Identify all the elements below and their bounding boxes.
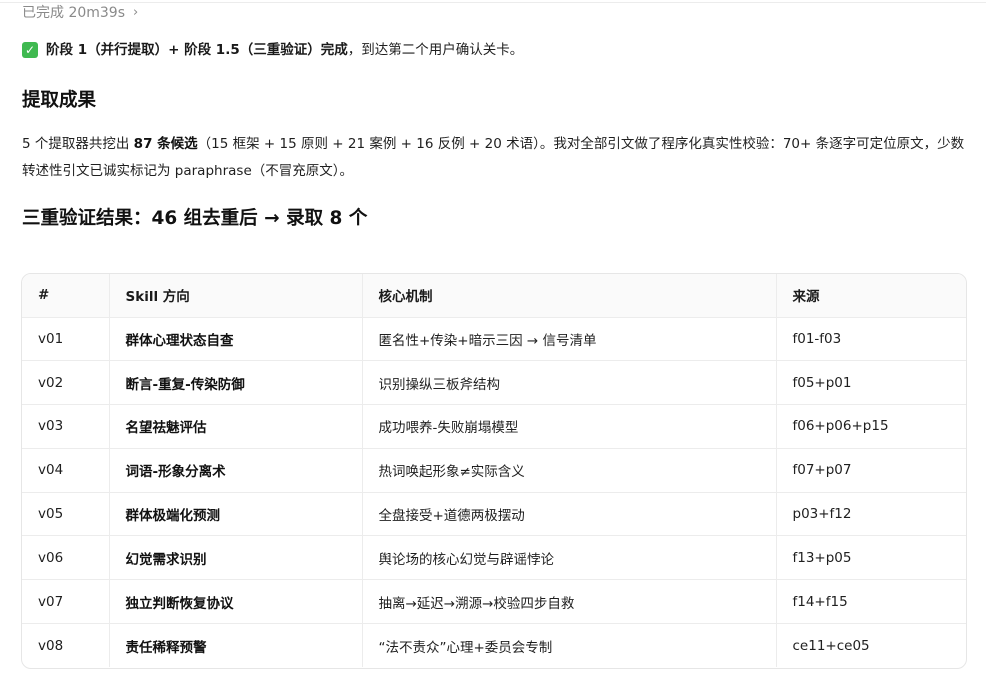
header-index: # <box>22 274 110 318</box>
cell-skill: 群体心理状态自查 <box>109 317 363 362</box>
cell-id: v01 <box>22 317 110 362</box>
table-row: v07 独立判断恢复协议 抽离→延迟→溯源→校验四步自救 f14+f15 <box>22 579 966 625</box>
cell-id: v06 <box>22 535 110 581</box>
cell-source: f01-f03 <box>776 317 966 362</box>
results-table: # Skill 方向 核心机制 来源 v01 群体心理状态自查 匿名性+传染+暗示三… <box>21 273 967 669</box>
cell-id: v04 <box>22 448 110 493</box>
cell-id: v03 <box>22 404 110 449</box>
cell-skill: 群体极端化预测 <box>109 492 363 537</box>
paragraph-bold: 87 条候选 <box>133 136 198 152</box>
cell-source: f14+f15 <box>776 579 966 625</box>
cell-mechanism: 抽离→延迟→溯源→校验四步自救 <box>362 579 777 625</box>
cell-source: f06+p06+p15 <box>776 404 966 449</box>
cell-id: v08 <box>22 623 110 668</box>
cell-skill: 断言-重复-传染防御 <box>109 360 363 406</box>
header-mechanism: 核心机制 <box>362 274 777 318</box>
cell-mechanism: 全盘接受+道德两极摆动 <box>362 492 777 537</box>
cell-mechanism: 识别操纵三板斧结构 <box>362 360 777 406</box>
table-row: v06 幻觉需求识别 舆论场的核心幻觉与辟谣悖论 f13+p05 <box>22 535 966 581</box>
summary-rest-text: ，到达第二个用户确认关卡。 <box>347 42 524 58</box>
cell-source: f13+p05 <box>776 535 966 581</box>
cell-skill: 幻觉需求识别 <box>109 535 363 581</box>
cell-mechanism: 匿名性+传染+暗示三因 → 信号清单 <box>362 317 777 362</box>
header-source: 来源 <box>776 274 966 318</box>
cell-mechanism: 热词唤起形象≠实际含义 <box>362 448 777 493</box>
summary-line: ✓ 阶段 1（并行提取）+ 阶段 1.5（三重验证）完成 ，到达第二个用户确认关… <box>22 39 523 61</box>
table-row: v05 群体极端化预测 全盘接受+道德两极摆动 p03+f12 <box>22 492 966 537</box>
cell-mechanism: 成功喂养-失败崩塌模型 <box>362 404 777 449</box>
table-row: v04 词语-形象分离术 热词唤起形象≠实际含义 f07+p07 <box>22 448 966 493</box>
cell-source: f07+p07 <box>776 448 966 493</box>
table-row: v02 断言-重复-传染防御 识别操纵三板斧结构 f05+p01 <box>22 360 966 406</box>
cell-source: f05+p01 <box>776 360 966 406</box>
summary-bold-text: 阶段 1（并行提取）+ 阶段 1.5（三重验证）完成 <box>46 42 348 58</box>
cell-skill: 名望祛魅评估 <box>109 404 363 449</box>
chevron-right-icon: › <box>133 4 139 20</box>
table-row: v03 名望祛魅评估 成功喂养-失败崩塌模型 f06+p06+p15 <box>22 404 966 449</box>
section-title-validation: 三重验证结果：46 组去重后 → 录取 8 个 <box>22 208 368 229</box>
cell-source: ce11+ce05 <box>792 637 870 654</box>
completion-status-label: 已完成 20m39s <box>22 5 126 21</box>
cell-mechanism: “法不责众”心理+委员会专制 <box>362 623 777 668</box>
table-row: v01 群体心理状态自查 匿名性+传染+暗示三因 → 信号清单 f01-f03 <box>22 317 966 362</box>
table-header-row: # Skill 方向 核心机制 来源 <box>22 274 966 318</box>
cell-id: v07 <box>22 579 110 625</box>
completion-status-toggle[interactable]: 已完成 20m39s › <box>22 2 138 22</box>
cell-skill: 责任稀释预警 <box>109 623 363 668</box>
cell-skill: 词语-形象分离术 <box>109 448 363 493</box>
section-title-extraction: 提取成果 <box>22 90 97 111</box>
cell-source: p03+f12 <box>776 492 966 537</box>
cell-mechanism: 舆论场的核心幻觉与辟谣悖论 <box>362 535 777 581</box>
top-divider <box>0 2 986 3</box>
paragraph-part-1: 5 个提取器共挖出 <box>22 136 134 152</box>
table-row: v08 责任稀释预警 “法不责众”心理+委员会专制 ce11+ce05 <box>22 623 966 668</box>
extraction-paragraph: 5 个提取器共挖出 87 条候选（15 框架 + 15 原则 + 21 案例 +… <box>22 131 967 185</box>
cell-id: v02 <box>22 360 110 406</box>
header-skill: Skill 方向 <box>109 274 363 318</box>
cell-skill: 独立判断恢复协议 <box>109 579 363 625</box>
cell-id: v05 <box>22 492 110 537</box>
check-mark-icon: ✓ <box>22 42 38 58</box>
